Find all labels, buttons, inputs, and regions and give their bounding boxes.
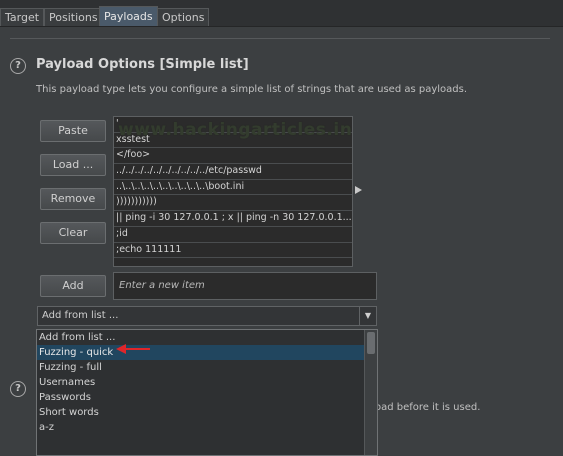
tab-options[interactable]: Options <box>157 8 210 26</box>
add-button[interactable]: Add <box>40 275 106 297</box>
help-icon[interactable]: ? <box>10 381 26 397</box>
remove-button[interactable]: Remove <box>40 188 106 210</box>
list-item[interactable]: ..\..\..\..\..\..\..\..\..\..\boot.ini <box>114 180 352 196</box>
chevron-down-icon[interactable]: ▼ <box>359 307 376 325</box>
dropdown-option[interactable]: Usernames <box>37 375 377 390</box>
list-item[interactable]: ../../../../../../../../../../etc/passwd <box>114 164 352 180</box>
section-title: Payload Options [Simple list] <box>36 57 249 72</box>
add-from-list-select[interactable]: Add from list ... ▼ <box>37 306 377 326</box>
obscured-description: oad before it is used. <box>375 402 481 413</box>
tab-target[interactable]: Target <box>0 8 45 26</box>
payloads-panel: ? Payload Options [Simple list] This pay… <box>0 27 563 456</box>
clear-button[interactable]: Clear <box>40 222 106 244</box>
list-item[interactable]: || ping -i 30 127.0.0.1 ; x || ping -n 3… <box>114 211 352 227</box>
load-button[interactable]: Load ... <box>40 154 106 176</box>
dropdown-option[interactable]: Short words <box>37 405 377 420</box>
section-divider <box>10 38 550 39</box>
red-arrow-icon <box>116 344 150 354</box>
scrollbar-thumb[interactable] <box>367 332 375 354</box>
new-item-field[interactable] <box>113 272 377 300</box>
play-icon[interactable] <box>355 186 362 194</box>
tab-payloads[interactable]: Payloads <box>99 6 158 26</box>
list-item[interactable]: ;id <box>114 227 352 243</box>
dropdown-scrollbar[interactable] <box>364 330 377 455</box>
list-item[interactable]: ))))))))))) <box>114 195 352 212</box>
tab-bar: Target Positions Payloads Options <box>0 0 563 27</box>
add-from-list-dropdown[interactable]: Add from list ... Fuzzing - quick Fuzzin… <box>36 329 378 456</box>
new-item-input[interactable] <box>114 273 374 297</box>
list-item[interactable]: ;echo 111111 <box>114 243 352 259</box>
add-from-list-value: Add from list ... <box>42 310 119 321</box>
dropdown-option[interactable]: a-z <box>37 420 377 435</box>
tab-positions[interactable]: Positions <box>44 8 103 26</box>
dropdown-option[interactable]: Add from list ... <box>37 330 377 345</box>
dropdown-option[interactable]: Fuzzing - full <box>37 360 377 375</box>
dropdown-option-selected[interactable]: Fuzzing - quick <box>37 345 377 360</box>
dropdown-option[interactable]: Passwords <box>37 390 377 405</box>
paste-button[interactable]: Paste <box>40 120 106 142</box>
watermark: www.hackingarticles.in <box>118 120 353 140</box>
section-description: This payload type lets you configure a s… <box>36 84 468 95</box>
help-icon[interactable]: ? <box>10 58 26 74</box>
list-item[interactable]: </foo> <box>114 148 352 165</box>
